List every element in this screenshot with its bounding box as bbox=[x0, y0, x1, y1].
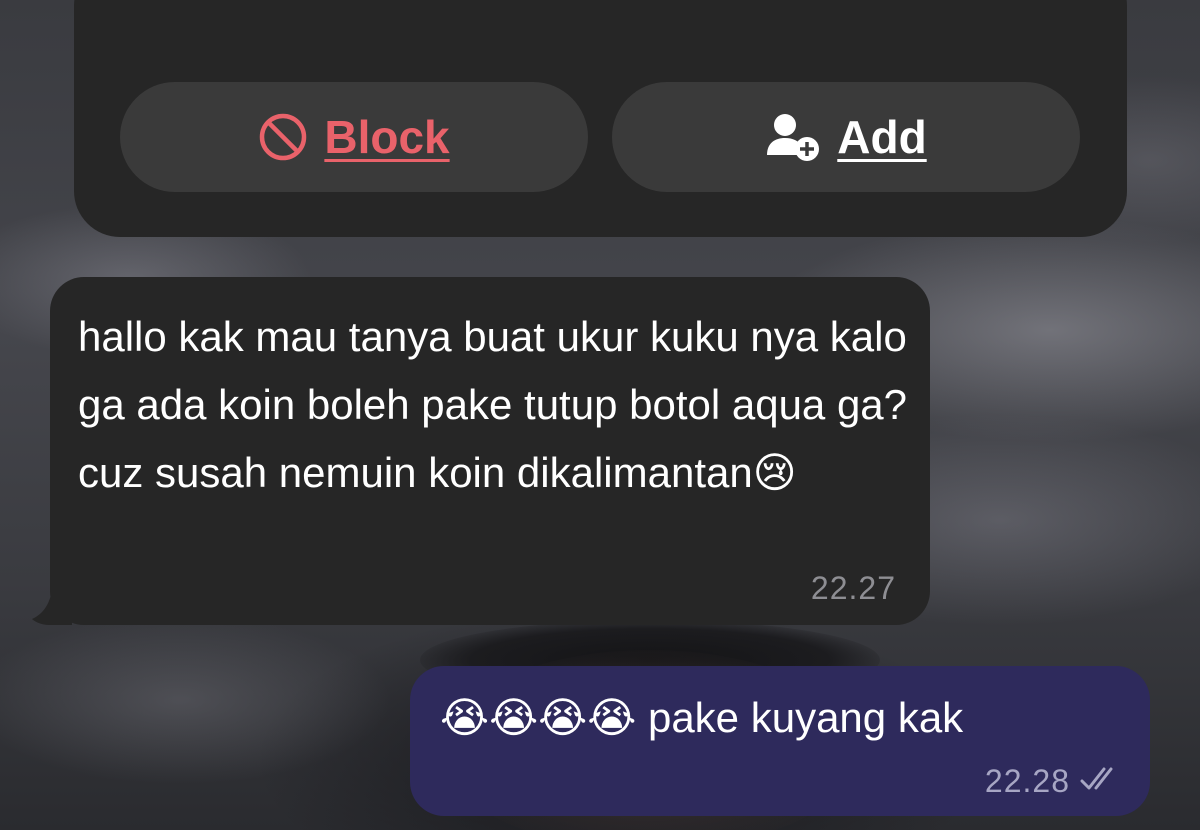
block-button[interactable]: Block bbox=[120, 82, 588, 192]
message-timestamp: 22.28 bbox=[984, 763, 1070, 799]
block-button-label: Block bbox=[324, 111, 450, 163]
block-icon bbox=[258, 112, 308, 162]
add-button-label: Add bbox=[837, 111, 927, 163]
message-meta: 22.28 bbox=[985, 763, 1120, 800]
message-text: hallo kak mau tanya buat ukur kuku nya k… bbox=[78, 313, 908, 496]
incoming-message-bubble[interactable]: hallo kak mau tanya buat ukur kuku nya k… bbox=[32, 277, 930, 625]
message-text: 😭😭😭😭 pake kuyang kak bbox=[440, 694, 964, 741]
add-user-icon bbox=[765, 111, 821, 163]
contact-action-card: Block Add bbox=[74, 0, 1127, 237]
double-check-icon bbox=[1080, 765, 1120, 798]
add-contact-button[interactable]: Add bbox=[612, 82, 1080, 192]
bubble-tail bbox=[32, 585, 72, 625]
outgoing-message-bubble[interactable]: 😭😭😭😭 pake kuyang kak 22.28 bbox=[410, 666, 1150, 816]
message-timestamp: 22.27 bbox=[810, 570, 896, 606]
